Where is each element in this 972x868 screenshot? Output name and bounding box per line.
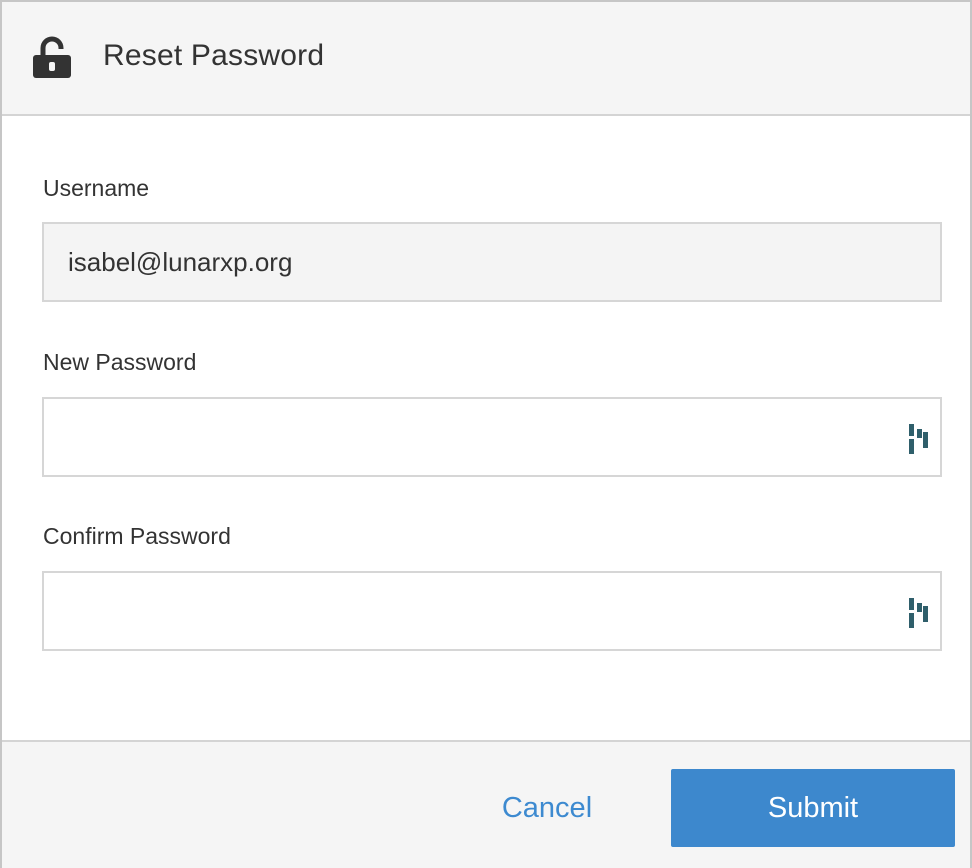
reset-password-dialog: Reset Password Username New Password Con… [0, 0, 972, 868]
confirm-password-label: Confirm Password [43, 523, 231, 549]
new-password-field[interactable] [42, 397, 942, 477]
new-password-input[interactable] [68, 399, 888, 475]
new-password-label: New Password [43, 349, 197, 375]
password-manager-icon[interactable] [908, 598, 932, 628]
dialog-header: Reset Password [2, 2, 970, 116]
username-label: Username [43, 175, 150, 201]
username-input[interactable] [68, 224, 888, 300]
confirm-password-field[interactable] [42, 571, 942, 651]
dialog-footer: Cancel Submit [2, 740, 970, 868]
dialog-title: Reset Password [103, 39, 325, 72]
cancel-button[interactable]: Cancel [472, 768, 622, 848]
unlocked-padlock-icon [32, 36, 72, 78]
username-field[interactable] [42, 222, 942, 302]
confirm-password-input[interactable] [68, 573, 888, 649]
submit-button[interactable]: Submit [671, 769, 955, 847]
password-manager-icon[interactable] [908, 424, 932, 454]
